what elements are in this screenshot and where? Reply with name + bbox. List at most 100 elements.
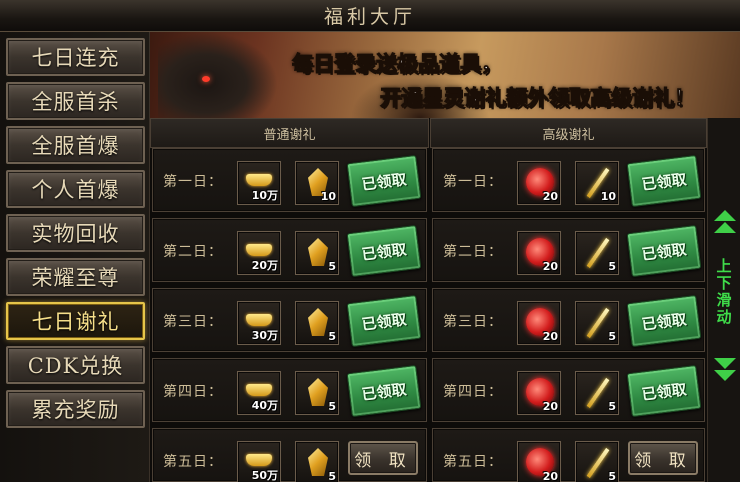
gold-ingot-icon: [246, 384, 272, 396]
claimed-label: 已领取: [640, 169, 688, 194]
sidebar-item-label: CDK兑换: [27, 354, 124, 378]
claimed-stamp: 已领取: [626, 154, 702, 208]
gold-ingot-icon: [246, 454, 272, 466]
item-slot-gold[interactable]: 30万: [237, 301, 281, 345]
scroll-hint[interactable]: 上下滑动: [707, 118, 740, 482]
item-qty: 5: [328, 470, 336, 482]
item-qty: 5: [328, 400, 336, 413]
day-label: 第四日：: [443, 384, 503, 400]
item-qty: 10: [600, 190, 616, 203]
sidebar-item-cumulative-recharge[interactable]: 累充奖励: [6, 390, 145, 428]
golden-sword-icon: [586, 237, 610, 269]
double-chevron-up-icon: [714, 222, 736, 233]
item-qty: 20: [542, 400, 558, 413]
claim-button[interactable]: 领 取: [348, 441, 418, 475]
sidebar-item-server-first-drop[interactable]: 全服首爆: [6, 126, 145, 164]
promo-banner: 每日登录送极品道具， 开通星灵谢礼额外领取高级谢礼！: [150, 32, 740, 118]
sidebar-item-seven-day-gift[interactable]: 七日谢礼: [6, 302, 145, 340]
advanced-reward-row-day4: 第四日： 20 5 已领取: [432, 358, 705, 422]
sidebar: 七日连充 全服首杀 全服首爆 个人首爆 实物回收 荣耀至尊 七日谢礼 CDK兑换…: [0, 32, 150, 482]
double-chevron-up-icon: [714, 210, 736, 221]
claimed-stamp: 已领取: [346, 294, 422, 348]
item-slot-sword[interactable]: 5: [575, 371, 619, 415]
normal-reward-row-day2: 第二日： 20万 5 已领取: [152, 218, 427, 282]
golden-sword-icon: [586, 377, 610, 409]
item-qty: 20: [542, 190, 558, 203]
item-slot-sword[interactable]: 5: [575, 231, 619, 275]
item-slot-sword[interactable]: 5: [575, 441, 619, 482]
claimed-stamp: 已领取: [346, 154, 422, 208]
claimed-label: 已领取: [640, 379, 688, 404]
claimed-label: 已领取: [640, 309, 688, 334]
item-qty: 5: [608, 400, 616, 413]
gold-ingot-icon: [246, 244, 272, 256]
advanced-reward-row-day2: 第二日： 20 5 已领取: [432, 218, 705, 282]
item-qty: 5: [328, 260, 336, 273]
claimed-stamp: 已领取: [346, 224, 422, 278]
day-label: 第一日：: [163, 174, 223, 190]
warrior-horse-art: [158, 32, 278, 118]
day-label: 第二日：: [163, 244, 223, 260]
day-label: 第一日：: [443, 174, 503, 190]
scroll-label: 上下滑动: [716, 257, 732, 326]
item-slot-crystal[interactable]: 10: [295, 161, 339, 205]
crystal-icon: [308, 238, 328, 266]
item-qty: 10: [320, 190, 336, 203]
claimed-label: 已领取: [360, 239, 408, 264]
advanced-reward-row-day1: 第一日： 20 10 已领取: [432, 148, 705, 212]
day-label: 第三日：: [163, 314, 223, 330]
golden-sword-icon: [586, 307, 610, 339]
claimed-label: 已领取: [360, 309, 408, 334]
item-slot-orb[interactable]: 20: [517, 371, 561, 415]
advanced-reward-row-day5: 第五日： 20 5 领 取: [432, 428, 705, 482]
item-slot-sword[interactable]: 5: [575, 301, 619, 345]
claim-button[interactable]: 领 取: [628, 441, 698, 475]
day-label: 第五日：: [443, 454, 503, 470]
sidebar-item-label: 七日连充: [31, 46, 120, 70]
banner-line-1: 每日登录送极品道具，: [292, 52, 503, 77]
window-titlebar: 福利大厅: [0, 0, 740, 32]
item-qty: 5: [608, 470, 616, 482]
claimed-stamp: 已领取: [626, 294, 702, 348]
item-slot-gold[interactable]: 20万: [237, 231, 281, 275]
item-qty: 5: [608, 260, 616, 273]
item-slot-orb[interactable]: 20: [517, 301, 561, 345]
sidebar-item-cdk-exchange[interactable]: CDK兑换: [6, 346, 145, 384]
item-qty: 10万: [251, 189, 278, 202]
gold-ingot-icon: [246, 314, 272, 326]
claimed-stamp: 已领取: [626, 364, 702, 418]
item-qty: 20: [542, 470, 558, 482]
golden-sword-icon: [586, 447, 610, 479]
item-slot-crystal[interactable]: 5: [295, 371, 339, 415]
normal-reward-row-day4: 第四日： 40万 5 已领取: [152, 358, 427, 422]
sidebar-item-server-first-kill[interactable]: 全服首杀: [6, 82, 145, 120]
item-slot-gold[interactable]: 40万: [237, 371, 281, 415]
item-slot-sword[interactable]: 10: [575, 161, 619, 205]
item-slot-crystal[interactable]: 5: [295, 231, 339, 275]
advanced-reward-row-day3: 第三日： 20 5 已领取: [432, 288, 705, 352]
sidebar-item-personal-first-drop[interactable]: 个人首爆: [6, 170, 145, 208]
item-slot-gold[interactable]: 10万: [237, 161, 281, 205]
item-slot-orb[interactable]: 20: [517, 231, 561, 275]
item-qty: 30万: [251, 329, 278, 342]
sidebar-item-item-recycle[interactable]: 实物回收: [6, 214, 145, 252]
item-qty: 50万: [251, 469, 278, 482]
item-qty: 40万: [251, 399, 278, 412]
item-qty: 5: [608, 330, 616, 343]
normal-reward-row-day3: 第三日： 30万 5 已领取: [152, 288, 427, 352]
item-slot-gold[interactable]: 50万: [237, 441, 281, 482]
item-slot-orb[interactable]: 20: [517, 441, 561, 482]
normal-reward-row-day1: 第一日： 10万 10 已领取: [152, 148, 427, 212]
item-qty: 5: [328, 330, 336, 343]
sidebar-item-label: 个人首爆: [31, 178, 120, 202]
day-label: 第四日：: [163, 384, 223, 400]
sidebar-item-seven-day-recharge[interactable]: 七日连充: [6, 38, 145, 76]
item-slot-orb[interactable]: 20: [517, 161, 561, 205]
day-label: 第五日：: [163, 454, 223, 470]
gold-ingot-icon: [246, 174, 272, 186]
crystal-icon: [308, 448, 328, 476]
item-slot-crystal[interactable]: 5: [295, 301, 339, 345]
item-slot-crystal[interactable]: 5: [295, 441, 339, 482]
sidebar-item-honor-supreme[interactable]: 荣耀至尊: [6, 258, 145, 296]
glowing-eye-art: [202, 76, 210, 82]
